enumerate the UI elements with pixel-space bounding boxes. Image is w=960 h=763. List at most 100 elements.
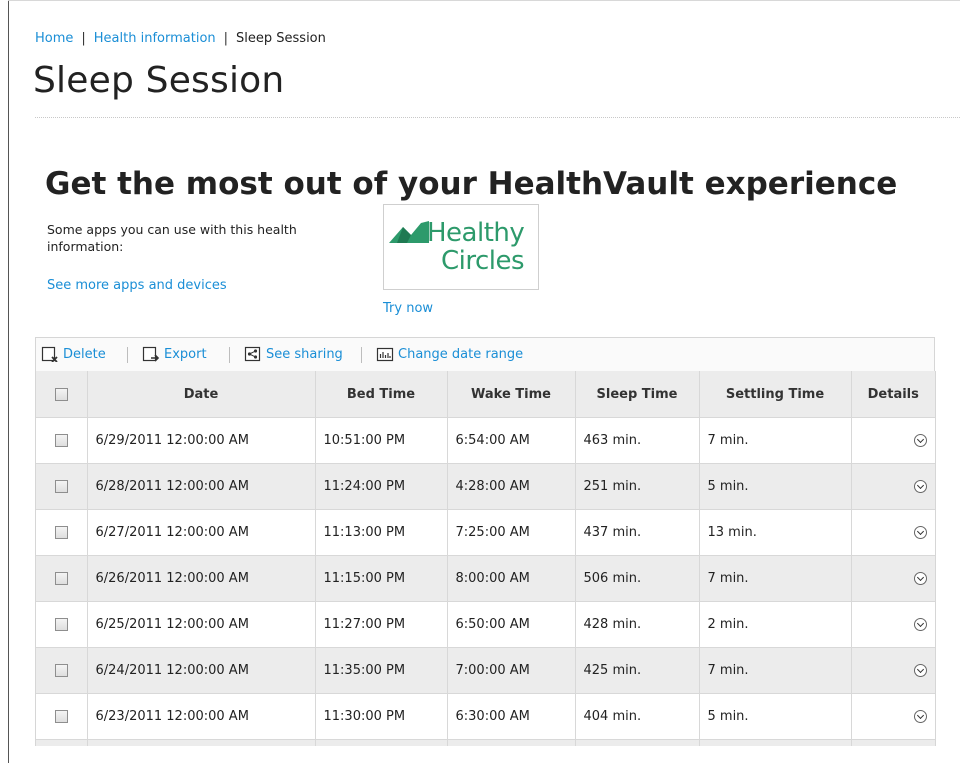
promo-heading: Get the most out of your HealthVault exp… (45, 166, 898, 202)
cell-settling-time: 5 min. (699, 463, 852, 510)
app-logo-text-line2: Circles (441, 246, 525, 276)
table-row: 6/29/2011 12:00:00 AM 10:51:00 PM 6:54:0… (36, 417, 935, 464)
column-header-details: Details (851, 371, 935, 418)
cell-wake-time: 4:28:00 AM (447, 463, 576, 510)
cell-wake-time (447, 739, 576, 746)
table-row: 6/24/2011 12:00:00 AM 11:35:00 PM 7:00:0… (36, 647, 935, 694)
see-more-apps-link[interactable]: See more apps and devices (47, 278, 227, 293)
row-checkbox[interactable] (54, 526, 68, 539)
grid-toolbar: Delete Export See sharing Change date ra… (35, 337, 935, 372)
table-header-row: Date Bed Time Wake Time Sleep Time Settl… (36, 371, 935, 418)
cell-date: 6/23/2011 12:00:00 AM (87, 693, 316, 740)
share-icon (244, 346, 261, 362)
cell-details (851, 739, 935, 746)
breadcrumb-home-link[interactable]: Home (35, 31, 73, 46)
cell-settling-time: 13 min. (699, 509, 852, 556)
breadcrumb-separator: | (81, 31, 86, 46)
expand-details-icon[interactable] (914, 434, 927, 447)
delete-button[interactable]: Delete (41, 346, 106, 362)
cell-sleep-time: 463 min. (575, 417, 700, 464)
app-logo-text-line1: Healthy (427, 218, 525, 248)
cell-settling-time: 7 min. (699, 647, 852, 694)
row-select-cell (36, 463, 88, 510)
cell-bed-time: 11:30:00 PM (315, 693, 448, 740)
row-checkbox[interactable] (54, 434, 68, 447)
cell-bed-time (315, 739, 448, 746)
delete-label: Delete (63, 346, 106, 362)
table-row: 6/26/2011 12:00:00 AM 11:15:00 PM 8:00:0… (36, 555, 935, 602)
change-date-range-button[interactable]: Change date range (376, 346, 523, 362)
cell-sleep-time: 251 min. (575, 463, 700, 510)
expand-details-icon[interactable] (914, 664, 927, 677)
expand-details-icon[interactable] (914, 618, 927, 631)
row-checkbox[interactable] (54, 618, 68, 631)
export-label: Export (164, 346, 207, 362)
cell-bed-time: 10:51:00 PM (315, 417, 448, 464)
table-row: 6/27/2011 12:00:00 AM 11:13:00 PM 7:25:0… (36, 509, 935, 556)
cell-date: 6/27/2011 12:00:00 AM (87, 509, 316, 556)
title-divider (35, 117, 960, 118)
row-select-cell (36, 739, 88, 746)
column-header-bed-time[interactable]: Bed Time (315, 371, 448, 418)
column-header-settling-time[interactable]: Settling Time (699, 371, 852, 418)
sleep-session-table: Date Bed Time Wake Time Sleep Time Settl… (36, 371, 935, 746)
table-row-partial (36, 739, 935, 746)
cell-details (851, 417, 935, 464)
cell-date (87, 739, 316, 746)
breadcrumb-health-information-link[interactable]: Health information (94, 31, 216, 46)
cell-details (851, 555, 935, 602)
breadcrumb-current: Sleep Session (236, 31, 326, 46)
see-sharing-label: See sharing (266, 346, 343, 362)
cell-wake-time: 8:00:00 AM (447, 555, 576, 602)
healthy-circles-app-tile[interactable]: Healthy Circles (383, 204, 539, 290)
cell-wake-time: 7:25:00 AM (447, 509, 576, 556)
expand-details-icon[interactable] (914, 480, 927, 493)
window-frame-top (8, 0, 960, 1)
row-checkbox[interactable] (54, 480, 68, 493)
row-checkbox[interactable] (54, 710, 68, 723)
page-title: Sleep Session (33, 60, 285, 101)
table-row: 6/28/2011 12:00:00 AM 11:24:00 PM 4:28:0… (36, 463, 935, 510)
cell-settling-time: 2 min. (699, 601, 852, 648)
expand-details-icon[interactable] (914, 710, 927, 723)
cell-bed-time: 11:24:00 PM (315, 463, 448, 510)
cell-date: 6/28/2011 12:00:00 AM (87, 463, 316, 510)
column-header-wake-time[interactable]: Wake Time (447, 371, 576, 418)
row-select-cell (36, 417, 88, 464)
cell-settling-time (699, 739, 852, 746)
see-sharing-button[interactable]: See sharing (244, 346, 343, 362)
row-checkbox[interactable] (54, 664, 68, 677)
column-header-date[interactable]: Date (87, 371, 316, 418)
cell-bed-time: 11:35:00 PM (315, 647, 448, 694)
delete-icon (41, 346, 58, 362)
chart-icon (376, 347, 394, 362)
toolbar-separator (229, 347, 230, 363)
cell-sleep-time: 428 min. (575, 601, 700, 648)
table-row: 6/25/2011 12:00:00 AM 11:27:00 PM 6:50:0… (36, 601, 935, 648)
row-checkbox[interactable] (54, 572, 68, 585)
cell-details (851, 647, 935, 694)
cell-details (851, 601, 935, 648)
cell-details (851, 463, 935, 510)
select-all-checkbox[interactable] (54, 387, 68, 401)
cell-details (851, 693, 935, 740)
expand-details-icon[interactable] (914, 572, 927, 585)
row-select-cell (36, 647, 88, 694)
window-frame-left (8, 0, 9, 763)
cell-bed-time: 11:27:00 PM (315, 601, 448, 648)
row-select-cell (36, 555, 88, 602)
cell-wake-time: 6:50:00 AM (447, 601, 576, 648)
cell-bed-time: 11:13:00 PM (315, 509, 448, 556)
sleep-session-grid: Date Bed Time Wake Time Sleep Time Settl… (35, 371, 936, 746)
export-icon (142, 346, 160, 362)
export-button[interactable]: Export (142, 346, 207, 362)
cell-wake-time: 6:30:00 AM (447, 693, 576, 740)
column-header-sleep-time[interactable]: Sleep Time (575, 371, 700, 418)
row-select-cell (36, 509, 88, 556)
try-now-link[interactable]: Try now (383, 301, 433, 316)
cell-wake-time: 6:54:00 AM (447, 417, 576, 464)
toolbar-separator (361, 347, 362, 363)
expand-details-icon[interactable] (914, 526, 927, 539)
select-all-cell (36, 371, 88, 418)
cell-sleep-time (575, 739, 700, 746)
